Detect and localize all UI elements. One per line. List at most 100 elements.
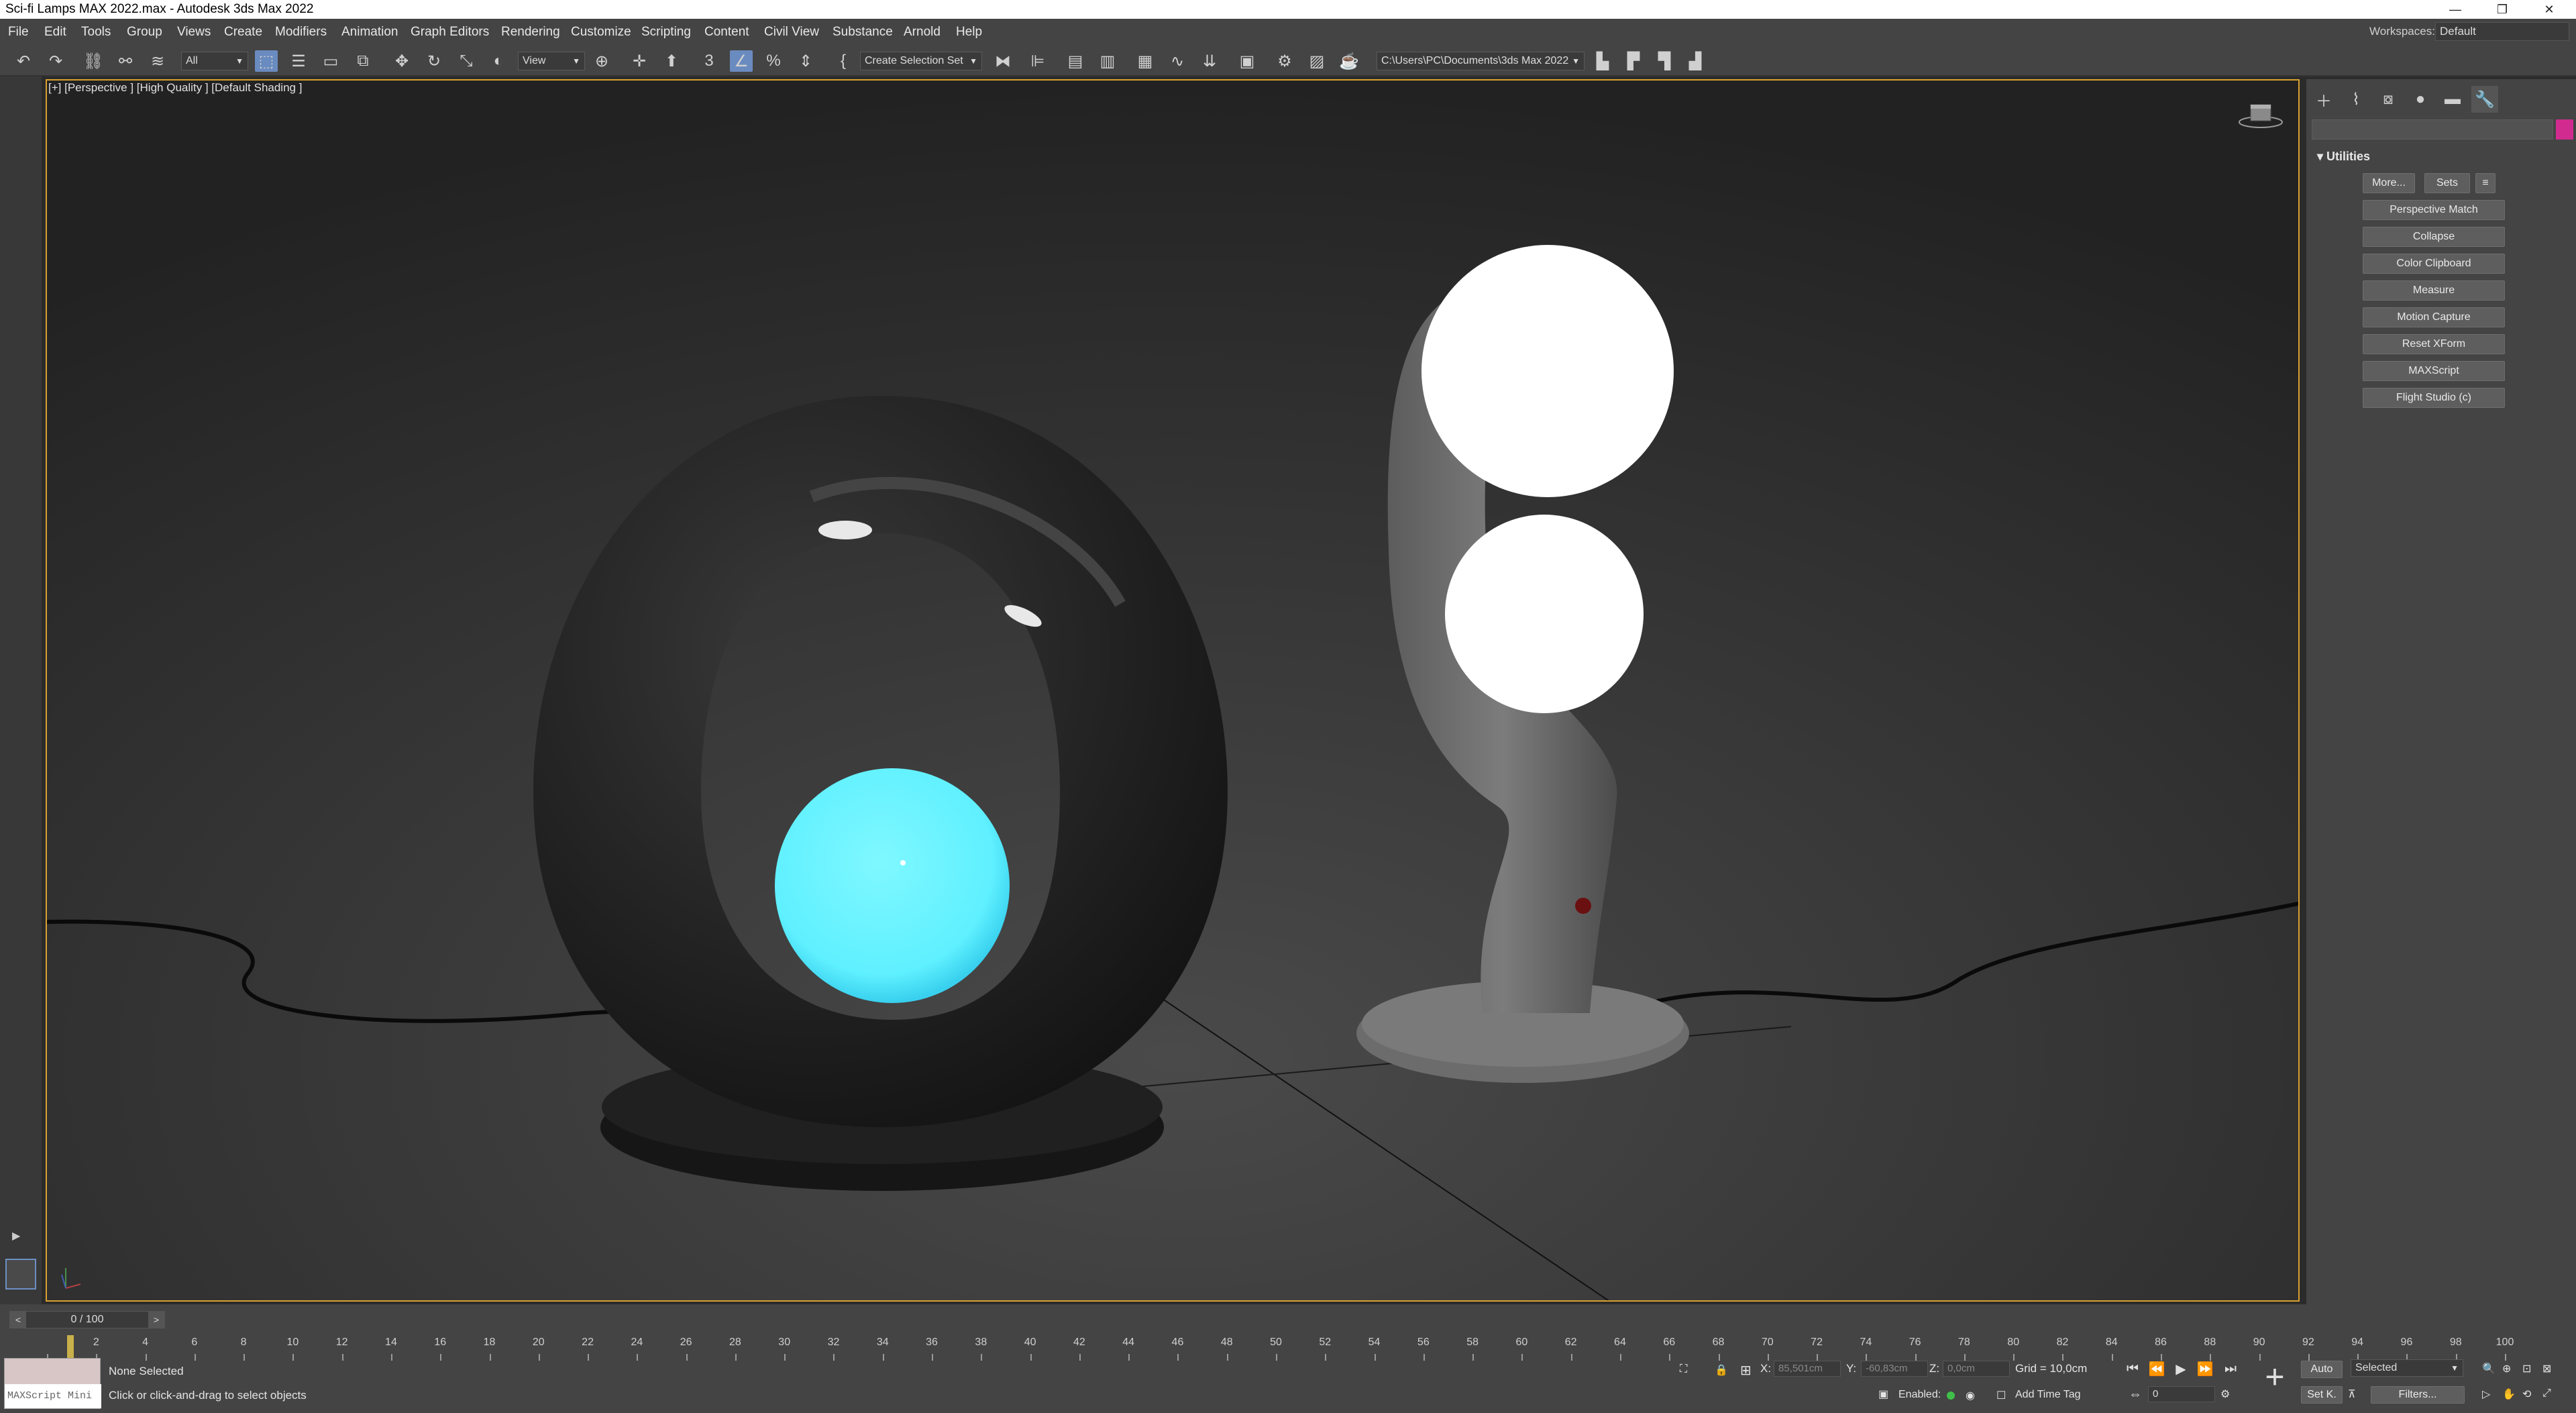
render-setup-icon[interactable]: ⚙ (1273, 50, 1296, 72)
menu-civil-view[interactable]: Civil View (764, 25, 819, 40)
hierarchy-tab-icon[interactable]: ⧇ (2375, 86, 2402, 113)
minimize-button[interactable]: — (2435, 0, 2475, 19)
set-key-plus-icon[interactable]: + (2258, 1360, 2292, 1396)
time-configuration-icon[interactable]: ⚙ (2220, 1388, 2230, 1401)
create-tab-icon[interactable]: ＋ (2310, 86, 2337, 113)
menu-graph-editors[interactable]: Graph Editors (411, 25, 489, 40)
menu-modifiers[interactable]: Modifiers (275, 25, 327, 40)
menu-edit[interactable]: Edit (44, 25, 66, 40)
auto-key-button[interactable]: Auto (2301, 1361, 2343, 1378)
zoom-extents-all-icon[interactable]: ⊠ (2542, 1362, 2551, 1375)
menu-scripting[interactable]: Scripting (641, 25, 691, 40)
zoom-extents-icon[interactable]: ⊡ (2522, 1362, 2531, 1375)
restore-button[interactable]: ❐ (2482, 0, 2522, 19)
align-icon[interactable]: ⊫ (1026, 50, 1049, 72)
key-filter-icon[interactable]: ⊼ (2348, 1388, 2356, 1401)
scene-explorer-icon[interactable]: ▤ (1064, 50, 1087, 72)
pan-view-icon[interactable]: ✋ (2502, 1388, 2516, 1401)
more-button[interactable]: More... (2363, 173, 2415, 193)
next-frame-icon[interactable]: > (148, 1312, 164, 1328)
select-place-icon[interactable]: ◐ (487, 50, 510, 72)
previous-key-icon[interactable]: ⏪ (2147, 1359, 2167, 1378)
project-settings-icon[interactable]: ▟ (1684, 50, 1707, 72)
viewcube-icon[interactable] (2237, 101, 2284, 130)
keyboard-shortcut-override-icon[interactable]: ⬆ (660, 50, 683, 72)
rendered-frame-window-icon[interactable]: ▨ (1305, 50, 1328, 72)
maximize-viewport-icon[interactable]: ⤢ (2542, 1388, 2551, 1400)
perspective-match-button[interactable]: Perspective Match (2363, 200, 2505, 220)
toggle-ribbon-icon[interactable]: ▦ (1134, 50, 1157, 72)
maxscript-button[interactable]: MAXScript (2363, 361, 2505, 381)
menu-arnold[interactable]: Arnold (904, 25, 941, 40)
previous-frame-icon[interactable]: < (10, 1312, 26, 1328)
pivot-center-icon[interactable]: ⊕ (590, 50, 613, 72)
link-icon[interactable]: ⛓ (82, 50, 105, 72)
measure-button[interactable]: Measure (2363, 280, 2505, 301)
adaptive-degradation-icon[interactable]: ▣ (1878, 1388, 1888, 1401)
flight-studio-button[interactable]: Flight Studio (c) (2363, 388, 2505, 408)
zoom-all-icon[interactable]: ⊕ (2502, 1362, 2511, 1375)
menu-substance[interactable]: Substance (833, 25, 893, 40)
menu-content[interactable]: Content (704, 25, 749, 40)
next-key-icon[interactable]: ⏩ (2195, 1359, 2215, 1378)
project-folder-icon[interactable]: ▙ (1591, 50, 1614, 72)
zoom-icon[interactable]: 🔍 (2482, 1362, 2496, 1375)
reference-coordinate-dropdown[interactable]: View ▼ (518, 52, 585, 70)
edit-named-selection-icon[interactable]: { (832, 50, 855, 72)
sets-button[interactable]: Sets (2424, 173, 2470, 193)
selection-filter-dropdown[interactable]: All ▼ (181, 52, 248, 70)
y-coordinate-field[interactable]: -60,83cm (1861, 1361, 1928, 1377)
color-clipboard-button[interactable]: Color Clipboard (2363, 254, 2505, 274)
viewport-layout-icon[interactable] (5, 1259, 36, 1290)
add-time-tag[interactable]: Add Time Tag (2015, 1389, 2081, 1401)
key-filter-dropdown[interactable]: Selected ▼ (2351, 1359, 2463, 1377)
modify-tab-icon[interactable]: ⌇ (2343, 86, 2369, 113)
go-to-end-icon[interactable]: ⏭ (2220, 1359, 2241, 1378)
key-mode-icon[interactable]: ⇔ (2125, 1385, 2145, 1404)
select-object-icon[interactable]: ⬚ (255, 50, 278, 72)
lower-white-sphere[interactable] (1445, 515, 1644, 713)
configure-sets-icon[interactable]: ≡ (2475, 173, 2496, 193)
maxscript-listener[interactable]: MAXScript Mini (4, 1358, 101, 1409)
angle-snap-icon[interactable]: ∠ (730, 50, 753, 72)
display-tab-icon[interactable]: ▬ (2439, 86, 2466, 113)
collapse-button[interactable]: Collapse (2363, 227, 2505, 247)
selection-lock-icon[interactable]: 🔒 (1715, 1363, 1728, 1377)
menu-views[interactable]: Views (177, 25, 211, 40)
render-production-icon[interactable]: ☕ (1338, 50, 1360, 72)
menu-rendering[interactable]: Rendering (501, 25, 560, 40)
upper-white-sphere[interactable] (1421, 245, 1674, 497)
time-slider-marker[interactable] (67, 1335, 74, 1359)
select-manipulate-icon[interactable]: ✛ (628, 50, 651, 72)
expand-arrow-icon[interactable]: ▶ (12, 1229, 20, 1243)
time-tag-toggle-icon[interactable]: ☐ (1996, 1389, 2006, 1402)
window-crossing-icon[interactable]: ⧉ (352, 50, 374, 72)
workspaces-dropdown[interactable]: Default (2435, 22, 2569, 41)
field-of-view-icon[interactable]: ▷ (2482, 1388, 2490, 1401)
motion-tab-icon[interactable]: ● (2407, 86, 2434, 113)
utilities-rollout-header[interactable]: ▾ Utilities (2312, 145, 2571, 168)
close-button[interactable]: ✕ (2529, 0, 2569, 19)
menu-file[interactable]: File (8, 25, 29, 40)
select-by-name-icon[interactable]: ☰ (287, 50, 310, 72)
material-editor-icon[interactable]: ▣ (1236, 50, 1258, 72)
open-project-icon[interactable]: ▛ (1622, 50, 1645, 72)
enabled-indicator[interactable] (1947, 1392, 1955, 1400)
rectangular-selection-icon[interactable]: ▭ (319, 50, 342, 72)
utilities-tab-icon[interactable]: 🔧 (2471, 86, 2498, 113)
viewport-label[interactable]: [+] [Perspective ] [High Quality ] [Defa… (48, 81, 302, 95)
bind-space-warp-icon[interactable]: ≋ (146, 50, 169, 72)
timeline-ruler[interactable]: 2 4 6 8 10 12 14 16 18 20 22 24 26 28 30 32 34 36 38 40 42 44… (23, 1331, 2545, 1365)
select-move-icon[interactable]: ✥ (390, 50, 413, 72)
time-slider[interactable]: < 0 / 100 > (9, 1311, 165, 1328)
menu-animation[interactable]: Animation (341, 25, 398, 40)
absolute-transform-icon[interactable]: ⊞ (1740, 1362, 1752, 1379)
curve-editor-icon[interactable]: ∿ (1166, 50, 1189, 72)
percent-snap-icon[interactable]: % (762, 50, 785, 72)
select-rotate-icon[interactable]: ↻ (423, 50, 445, 72)
spinner-snap-icon[interactable]: ⇕ (794, 50, 817, 72)
named-selection-set-dropdown[interactable]: Create Selection Set ▼ (860, 52, 982, 70)
new-project-icon[interactable]: ▜ (1653, 50, 1676, 72)
filters-button[interactable]: Filters... (2371, 1386, 2465, 1404)
x-coordinate-field[interactable]: 85,501cm (1774, 1361, 1841, 1377)
